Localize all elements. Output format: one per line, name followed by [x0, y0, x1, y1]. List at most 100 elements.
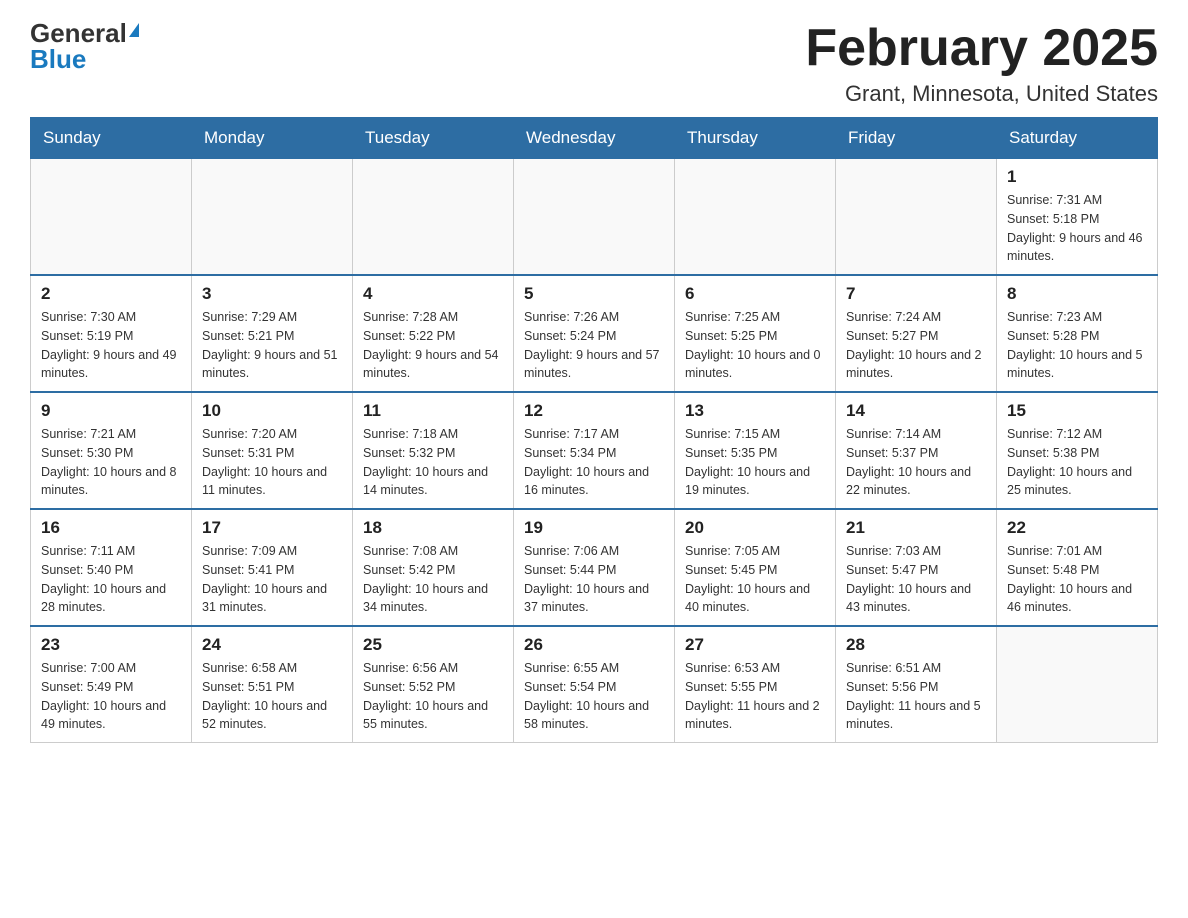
- day-info: Sunrise: 6:58 AMSunset: 5:51 PMDaylight:…: [202, 659, 342, 734]
- calendar-cell: 13 Sunrise: 7:15 AMSunset: 5:35 PMDayligh…: [675, 392, 836, 509]
- day-info: Sunrise: 7:20 AMSunset: 5:31 PMDaylight:…: [202, 425, 342, 500]
- day-number: 1: [1007, 167, 1147, 187]
- calendar-cell: 22Sunrise: 7:01 AMSunset: 5:48 PMDayligh…: [997, 509, 1158, 626]
- day-number: 4: [363, 284, 503, 304]
- calendar-cell: 12 Sunrise: 7:17 AMSunset: 5:34 PMDayligh…: [514, 392, 675, 509]
- calendar-cell: 19Sunrise: 7:06 AMSunset: 5:44 PMDayligh…: [514, 509, 675, 626]
- day-info: Sunrise: 7:26 AMSunset: 5:24 PMDaylight:…: [524, 308, 664, 383]
- calendar-cell: [675, 159, 836, 276]
- day-info: Sunrise: 7:25 AMSunset: 5:25 PMDaylight:…: [685, 308, 825, 383]
- logo-general-text: General: [30, 20, 127, 46]
- calendar-cell: 25 Sunrise: 6:56 AMSunset: 5:52 PMDayligh…: [353, 626, 514, 743]
- calendar-cell: 17 Sunrise: 7:09 AMSunset: 5:41 PMDayligh…: [192, 509, 353, 626]
- day-info: Sunrise: 6:51 AMSunset: 5:56 PMDaylight:…: [846, 659, 986, 734]
- day-number: 25: [363, 635, 503, 655]
- day-number: 23: [41, 635, 181, 655]
- title-section: February 2025 Grant, Minnesota, United S…: [805, 20, 1158, 107]
- calendar-body: 1 Sunrise: 7:31 AMSunset: 5:18 PMDaylight…: [31, 159, 1158, 743]
- day-number: 16: [41, 518, 181, 538]
- day-info: Sunrise: 7:12 AMSunset: 5:38 PMDaylight:…: [1007, 425, 1147, 500]
- calendar-cell: [192, 159, 353, 276]
- calendar-cell: 18 Sunrise: 7:08 AMSunset: 5:42 PMDayligh…: [353, 509, 514, 626]
- day-number: 18: [363, 518, 503, 538]
- day-header-tuesday: Tuesday: [353, 118, 514, 159]
- day-info: Sunrise: 7:21 AMSunset: 5:30 PMDaylight:…: [41, 425, 181, 500]
- day-info: Sunrise: 7:08 AMSunset: 5:42 PMDaylight:…: [363, 542, 503, 617]
- day-number: 17: [202, 518, 342, 538]
- day-number: 11: [363, 401, 503, 421]
- calendar-cell: [353, 159, 514, 276]
- day-number: 14: [846, 401, 986, 421]
- calendar-cell: 15 Sunrise: 7:12 AMSunset: 5:38 PMDayligh…: [997, 392, 1158, 509]
- day-info: Sunrise: 7:00 AMSunset: 5:49 PMDaylight:…: [41, 659, 181, 734]
- calendar-cell: [997, 626, 1158, 743]
- calendar-cell: 2Sunrise: 7:30 AMSunset: 5:19 PMDaylight…: [31, 275, 192, 392]
- calendar-cell: 11 Sunrise: 7:18 AMSunset: 5:32 PMDayligh…: [353, 392, 514, 509]
- day-info: Sunrise: 7:11 AMSunset: 5:40 PMDaylight:…: [41, 542, 181, 617]
- calendar-cell: 23 Sunrise: 7:00 AMSunset: 5:49 PMDayligh…: [31, 626, 192, 743]
- day-info: Sunrise: 7:17 AMSunset: 5:34 PMDaylight:…: [524, 425, 664, 500]
- calendar-cell: 4 Sunrise: 7:28 AMSunset: 5:22 PMDaylight…: [353, 275, 514, 392]
- day-header-saturday: Saturday: [997, 118, 1158, 159]
- calendar-cell: 7 Sunrise: 7:24 AMSunset: 5:27 PMDaylight…: [836, 275, 997, 392]
- day-info: Sunrise: 7:18 AMSunset: 5:32 PMDaylight:…: [363, 425, 503, 500]
- day-number: 7: [846, 284, 986, 304]
- day-info: Sunrise: 7:30 AMSunset: 5:19 PMDaylight:…: [41, 308, 181, 383]
- day-info: Sunrise: 6:56 AMSunset: 5:52 PMDaylight:…: [363, 659, 503, 734]
- calendar-cell: 26Sunrise: 6:55 AMSunset: 5:54 PMDayligh…: [514, 626, 675, 743]
- day-info: Sunrise: 7:24 AMSunset: 5:27 PMDaylight:…: [846, 308, 986, 383]
- calendar-table: SundayMondayTuesdayWednesdayThursdayFrid…: [30, 117, 1158, 743]
- calendar-cell: 28 Sunrise: 6:51 AMSunset: 5:56 PMDayligh…: [836, 626, 997, 743]
- day-info: Sunrise: 7:14 AMSunset: 5:37 PMDaylight:…: [846, 425, 986, 500]
- day-info: Sunrise: 7:15 AMSunset: 5:35 PMDaylight:…: [685, 425, 825, 500]
- day-number: 15: [1007, 401, 1147, 421]
- day-header-sunday: Sunday: [31, 118, 192, 159]
- day-number: 6: [685, 284, 825, 304]
- calendar-cell: 24 Sunrise: 6:58 AMSunset: 5:51 PMDayligh…: [192, 626, 353, 743]
- calendar-cell: 20Sunrise: 7:05 AMSunset: 5:45 PMDayligh…: [675, 509, 836, 626]
- calendar-week-1: 2Sunrise: 7:30 AMSunset: 5:19 PMDaylight…: [31, 275, 1158, 392]
- calendar-cell: 21 Sunrise: 7:03 AMSunset: 5:47 PMDayligh…: [836, 509, 997, 626]
- day-number: 22: [1007, 518, 1147, 538]
- day-header-wednesday: Wednesday: [514, 118, 675, 159]
- calendar-week-4: 23 Sunrise: 7:00 AMSunset: 5:49 PMDayligh…: [31, 626, 1158, 743]
- day-info: Sunrise: 7:09 AMSunset: 5:41 PMDaylight:…: [202, 542, 342, 617]
- calendar-week-0: 1 Sunrise: 7:31 AMSunset: 5:18 PMDaylight…: [31, 159, 1158, 276]
- logo: General Blue: [30, 20, 139, 72]
- calendar-cell: 14 Sunrise: 7:14 AMSunset: 5:37 PMDayligh…: [836, 392, 997, 509]
- logo-blue-text: Blue: [30, 46, 86, 72]
- calendar-cell: [31, 159, 192, 276]
- day-info: Sunrise: 7:03 AMSunset: 5:47 PMDaylight:…: [846, 542, 986, 617]
- day-info: Sunrise: 6:53 AMSunset: 5:55 PMDaylight:…: [685, 659, 825, 734]
- day-number: 3: [202, 284, 342, 304]
- calendar-week-3: 16 Sunrise: 7:11 AMSunset: 5:40 PMDayligh…: [31, 509, 1158, 626]
- day-number: 19: [524, 518, 664, 538]
- calendar-cell: 3 Sunrise: 7:29 AMSunset: 5:21 PMDaylight…: [192, 275, 353, 392]
- calendar-cell: [836, 159, 997, 276]
- calendar-cell: 10Sunrise: 7:20 AMSunset: 5:31 PMDayligh…: [192, 392, 353, 509]
- calendar-cell: 6 Sunrise: 7:25 AMSunset: 5:25 PMDaylight…: [675, 275, 836, 392]
- calendar-subtitle: Grant, Minnesota, United States: [805, 81, 1158, 107]
- page-header: General Blue February 2025 Grant, Minnes…: [30, 20, 1158, 107]
- day-number: 21: [846, 518, 986, 538]
- calendar-week-2: 9 Sunrise: 7:21 AMSunset: 5:30 PMDaylight…: [31, 392, 1158, 509]
- day-number: 8: [1007, 284, 1147, 304]
- day-number: 13: [685, 401, 825, 421]
- calendar-header: SundayMondayTuesdayWednesdayThursdayFrid…: [31, 118, 1158, 159]
- day-number: 28: [846, 635, 986, 655]
- calendar-cell: 16 Sunrise: 7:11 AMSunset: 5:40 PMDayligh…: [31, 509, 192, 626]
- day-info: Sunrise: 7:31 AMSunset: 5:18 PMDaylight:…: [1007, 191, 1147, 266]
- calendar-cell: 27 Sunrise: 6:53 AMSunset: 5:55 PMDayligh…: [675, 626, 836, 743]
- calendar-title: February 2025: [805, 20, 1158, 77]
- day-info: Sunrise: 6:55 AMSunset: 5:54 PMDaylight:…: [524, 659, 664, 734]
- calendar-cell: 5 Sunrise: 7:26 AMSunset: 5:24 PMDaylight…: [514, 275, 675, 392]
- calendar-cell: [514, 159, 675, 276]
- day-number: 5: [524, 284, 664, 304]
- day-info: Sunrise: 7:29 AMSunset: 5:21 PMDaylight:…: [202, 308, 342, 383]
- day-number: 9: [41, 401, 181, 421]
- day-header-thursday: Thursday: [675, 118, 836, 159]
- day-info: Sunrise: 7:28 AMSunset: 5:22 PMDaylight:…: [363, 308, 503, 383]
- day-number: 27: [685, 635, 825, 655]
- day-number: 24: [202, 635, 342, 655]
- day-number: 12: [524, 401, 664, 421]
